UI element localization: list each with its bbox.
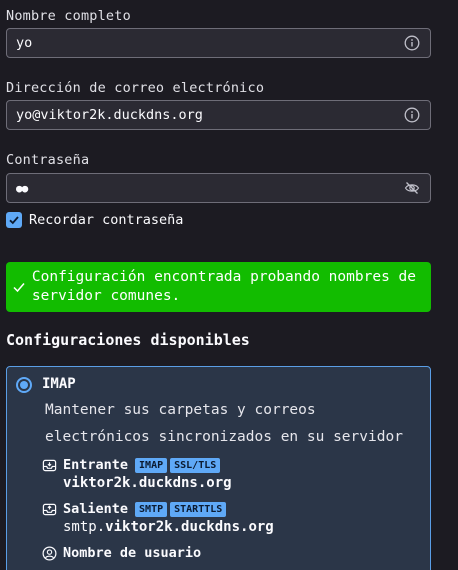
remember-password-checkbox[interactable]	[6, 212, 22, 228]
outgoing-host: smtp.viktor2k.duckdns.org	[63, 519, 274, 535]
incoming-server: Entrante IMAP SSL/TLS viktor2k.duckdns.o…	[41, 457, 232, 491]
checkmark-icon	[6, 280, 32, 294]
full-name-label: Nombre completo	[6, 8, 131, 24]
radio-button[interactable]	[16, 377, 32, 393]
protocol-description: Mantener sus carpetas y correos electrón…	[45, 402, 403, 445]
password-label: Contraseña	[6, 152, 90, 168]
inbox-download-icon	[41, 457, 57, 473]
outgoing-security-badge: STARTTLS	[170, 501, 227, 517]
incoming-protocol-badge: IMAP	[135, 457, 168, 473]
email-label: Dirección de correo electrónico	[6, 80, 265, 96]
password-field[interactable]: ●●	[6, 173, 431, 203]
username-label: Nombre de usuario	[63, 545, 202, 561]
success-notice: Configuración encontrada probando nombre…	[6, 262, 431, 312]
info-icon[interactable]	[403, 106, 421, 124]
outgoing-server: Saliente SMTP STARTTLS smtp.viktor2k.duc…	[41, 501, 274, 535]
full-name-value: yo	[16, 35, 33, 51]
password-value: ●●	[16, 181, 28, 195]
outgoing-host-main: viktor2k.duckdns.org	[105, 519, 274, 535]
config-option-imap[interactable]: IMAP Mantener sus carpetas y correos ele…	[6, 366, 431, 570]
success-message: Configuración encontrada probando nombre…	[31, 269, 416, 304]
email-field[interactable]: yo@viktor2k.duckdns.org	[6, 100, 431, 130]
email-value: yo@viktor2k.duckdns.org	[16, 107, 203, 123]
incoming-host: viktor2k.duckdns.org	[63, 475, 232, 491]
full-name-field[interactable]: yo	[6, 28, 431, 58]
incoming-label: Entrante	[63, 457, 129, 473]
remember-password-label: Recordar contraseña	[29, 212, 184, 228]
outbox-send-icon	[41, 501, 57, 517]
outgoing-label: Saliente	[63, 501, 129, 517]
info-icon[interactable]	[403, 34, 421, 52]
incoming-security-badge: SSL/TLS	[170, 457, 221, 473]
account-setup-form: Nombre completo yo Dirección de correo e…	[0, 0, 458, 570]
username-row: Nombre de usuario	[41, 545, 205, 561]
protocol-name: IMAP	[42, 376, 76, 392]
user-icon	[41, 545, 57, 561]
remember-password-row[interactable]: Recordar contraseña	[6, 212, 183, 228]
outgoing-host-prefix: smtp.	[63, 519, 106, 535]
eye-slash-icon[interactable]	[403, 179, 421, 197]
outgoing-protocol-badge: SMTP	[135, 501, 168, 517]
section-title: Configuraciones disponibles	[6, 331, 250, 349]
